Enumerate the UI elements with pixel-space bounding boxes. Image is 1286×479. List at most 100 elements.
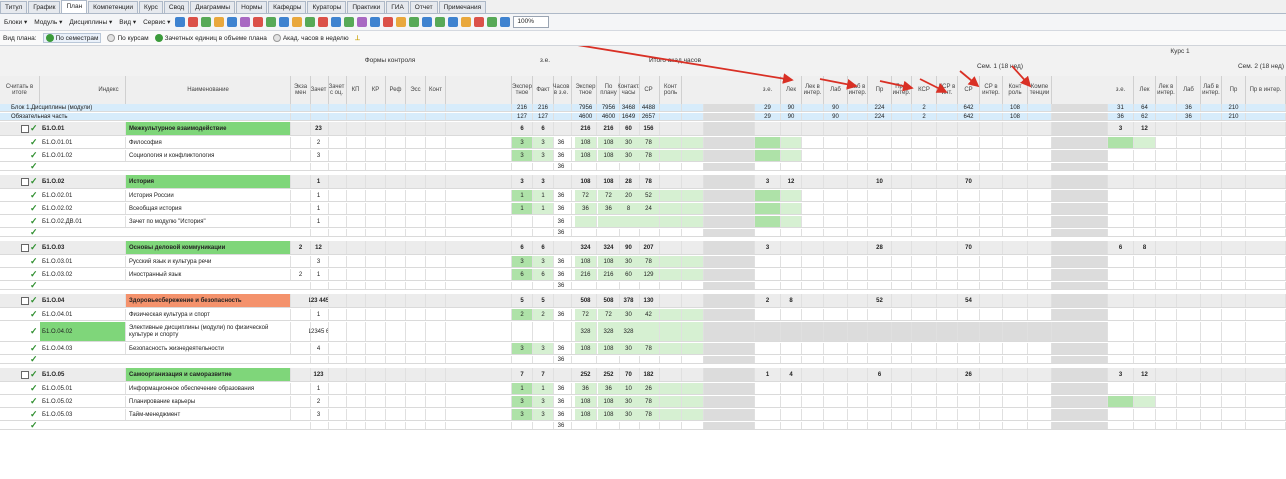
table-row[interactable]: ✓ Б1.О.02.01 История России 1 1 1 36 72 72 20 52 — [0, 190, 1286, 202]
toolbar-tool-icon[interactable] — [461, 17, 472, 27]
toolbar-tool-icon[interactable] — [292, 17, 303, 27]
expand-box[interactable] — [21, 371, 29, 379]
check-icon[interactable]: ✓ — [30, 383, 38, 394]
toolbar-tool-icon[interactable] — [318, 17, 329, 27]
toolbar-tool-icon[interactable] — [227, 17, 238, 27]
table-row[interactable]: ✓ Б1.О.04.02 Элективные дисциплины (модули… — [0, 322, 1286, 342]
toolbar-tool-icon[interactable] — [448, 17, 459, 27]
toolbar-tool-icon[interactable] — [370, 17, 381, 27]
tab-9[interactable]: Кураторы — [307, 1, 347, 13]
toolbar-tool-icon[interactable] — [331, 17, 342, 27]
check-icon[interactable]: ✓ — [30, 137, 38, 148]
check-icon[interactable]: ✓ — [30, 309, 38, 320]
tab-1[interactable]: График — [28, 1, 61, 13]
check-icon[interactable]: ✓ — [30, 294, 38, 307]
table-row[interactable]: ✓ Б1.О.04.01 Физическая культура и спорт 1 2… — [0, 309, 1286, 321]
toolbar-tool-icon[interactable] — [266, 17, 277, 27]
tab-7[interactable]: Нормы — [236, 1, 268, 13]
module-row[interactable]: ✓ Б1.О.05 Самоорганизация и саморазвитие 12… — [0, 368, 1286, 382]
check-icon[interactable]: ✓ — [30, 409, 38, 420]
view-option-semesters[interactable]: По семестрам — [42, 33, 102, 43]
check-icon[interactable]: ✓ — [30, 420, 38, 430]
toolbar-tool-icon[interactable] — [253, 17, 264, 27]
check-icon[interactable]: ✓ — [30, 343, 38, 354]
toolbar-tool-icon[interactable] — [344, 17, 355, 27]
expand-box[interactable] — [21, 297, 29, 305]
check-icon[interactable]: ✓ — [30, 190, 38, 201]
check-icon[interactable]: ✓ — [30, 368, 38, 381]
show-all-button[interactable]: Считать в итоге — [0, 76, 40, 104]
check-icon[interactable]: ✓ — [30, 227, 38, 237]
toolbar-tool-icon[interactable] — [357, 17, 368, 27]
table-row[interactable]: ✓ Б1.О.01.02 Социология и конфликтология 3 3… — [0, 150, 1286, 162]
toolbar-tool-icon[interactable] — [422, 17, 433, 27]
table-row[interactable]: ✓ 36 — [0, 280, 1286, 290]
tab-11[interactable]: ГИА — [386, 1, 409, 13]
check-icon[interactable]: ✓ — [30, 175, 38, 188]
table-row[interactable]: ✓ Б1.О.03.02 Иностранный язык 2 1 6 6 36 216 216 6… — [0, 269, 1286, 281]
zoom-select[interactable]: 100% — [513, 16, 550, 28]
toolbar-tool-icon[interactable] — [474, 17, 485, 27]
check-icon[interactable]: ✓ — [30, 150, 38, 161]
expand-box[interactable] — [21, 178, 29, 186]
tab-4[interactable]: Курс — [139, 1, 163, 13]
toolbar-tool-icon[interactable] — [240, 17, 251, 27]
tab-10[interactable]: Практики — [347, 1, 386, 13]
table-row[interactable]: ✓ 36 — [0, 227, 1286, 237]
tab-6[interactable]: Диаграммы — [190, 1, 236, 13]
menu-4[interactable]: Сервис ▾ — [141, 18, 172, 26]
check-icon[interactable]: ✓ — [30, 354, 38, 364]
menu-1[interactable]: Модуль ▾ — [32, 18, 64, 26]
tab-2[interactable]: План — [61, 0, 88, 13]
pin-icon[interactable]: ⊥ — [355, 34, 361, 42]
module-row[interactable]: ✓ Б1.О.03 Основы деловой коммуникации 2 12 6 6… — [0, 241, 1286, 255]
table-row[interactable]: ✓ Б1.О.04.03 Безопасность жизнедеятельност… — [0, 343, 1286, 355]
tab-3[interactable]: Компетенции — [88, 1, 139, 13]
check-icon[interactable]: ✓ — [30, 161, 38, 171]
module-row[interactable]: ✓ Б1.О.01 Межкультурное взаимодействие 23 6 6… — [0, 122, 1286, 136]
view-option-hours[interactable]: Акад. часов в неделю — [272, 34, 349, 42]
toolbar-tool-icon[interactable] — [383, 17, 394, 27]
table-row[interactable]: ✓ Б1.О.02.02 Всеобщая история 1 1 1 36 36 36 8 24 — [0, 203, 1286, 215]
table-row[interactable]: ✓ 36 — [0, 354, 1286, 364]
expand-box[interactable] — [21, 244, 29, 252]
toolbar-tool-icon[interactable] — [409, 17, 420, 27]
view-option-courses[interactable]: По курсам — [107, 34, 149, 42]
toolbar-tool-icon[interactable] — [188, 17, 199, 27]
toolbar-tool-icon[interactable] — [435, 17, 446, 27]
table-row[interactable]: ✓ 36 — [0, 161, 1286, 171]
check-icon[interactable]: ✓ — [30, 241, 38, 254]
toolbar-tool-icon[interactable] — [500, 17, 511, 27]
view-option-ze[interactable]: Зачетных единиц в объеме плана — [154, 34, 267, 42]
toolbar-tool-icon[interactable] — [305, 17, 316, 27]
tab-5[interactable]: Свод — [163, 1, 190, 13]
tab-8[interactable]: Кафедры — [268, 1, 307, 13]
toolbar-tool-icon[interactable] — [175, 17, 186, 27]
toolbar-tool-icon[interactable] — [279, 17, 290, 27]
check-icon[interactable]: ✓ — [30, 256, 38, 267]
table-row[interactable]: ✓ Б1.О.05.03 Тайм-менеджмент 3 3 3 36 108 108 30 7… — [0, 409, 1286, 421]
tab-12[interactable]: Отчет — [409, 1, 438, 13]
menu-2[interactable]: Дисциплины ▾ — [67, 18, 114, 26]
module-row[interactable]: ✓ Б1.О.04 Здоровьесбережение и безопасност… — [0, 294, 1286, 308]
check-icon[interactable]: ✓ — [30, 322, 38, 341]
table-row[interactable]: ✓ Б1.О.05.01 Информационное обеспечение об… — [0, 383, 1286, 395]
check-icon[interactable]: ✓ — [30, 269, 38, 280]
table-row[interactable]: ✓ Б1.О.01.01 Философия 2 3 3 36 108 108 30 78 — [0, 137, 1286, 149]
table-row[interactable]: ✓ Б1.О.02.ДВ.01 Зачет по модулю "История" 1… — [0, 216, 1286, 228]
module-row[interactable]: ✓ Б1.О.02 История 1 3 3 108 108 28 78 3 12 10 70 — [0, 175, 1286, 189]
check-icon[interactable]: ✓ — [30, 216, 38, 227]
check-icon[interactable]: ✓ — [30, 203, 38, 214]
tab-13[interactable]: Примечания — [438, 1, 487, 13]
check-icon[interactable]: ✓ — [30, 122, 38, 135]
summary-row[interactable]: Блок 1.Дисциплины (модули) 216 216 7956 7956… — [0, 104, 1286, 112]
toolbar-tool-icon[interactable] — [396, 17, 407, 27]
check-icon[interactable]: ✓ — [30, 280, 38, 290]
toolbar-tool-icon[interactable] — [214, 17, 225, 27]
table-row[interactable]: ✓ Б1.О.05.02 Планирование карьеры 2 3 3 36 108 1… — [0, 396, 1286, 408]
summary-row[interactable]: Обязательная часть 127 127 4600 4600 1649 2657… — [0, 113, 1286, 121]
expand-box[interactable] — [21, 125, 29, 133]
toolbar-tool-icon[interactable] — [201, 17, 212, 27]
menu-0[interactable]: Блоки ▾ — [2, 18, 29, 26]
tab-0[interactable]: Титул — [0, 1, 28, 13]
